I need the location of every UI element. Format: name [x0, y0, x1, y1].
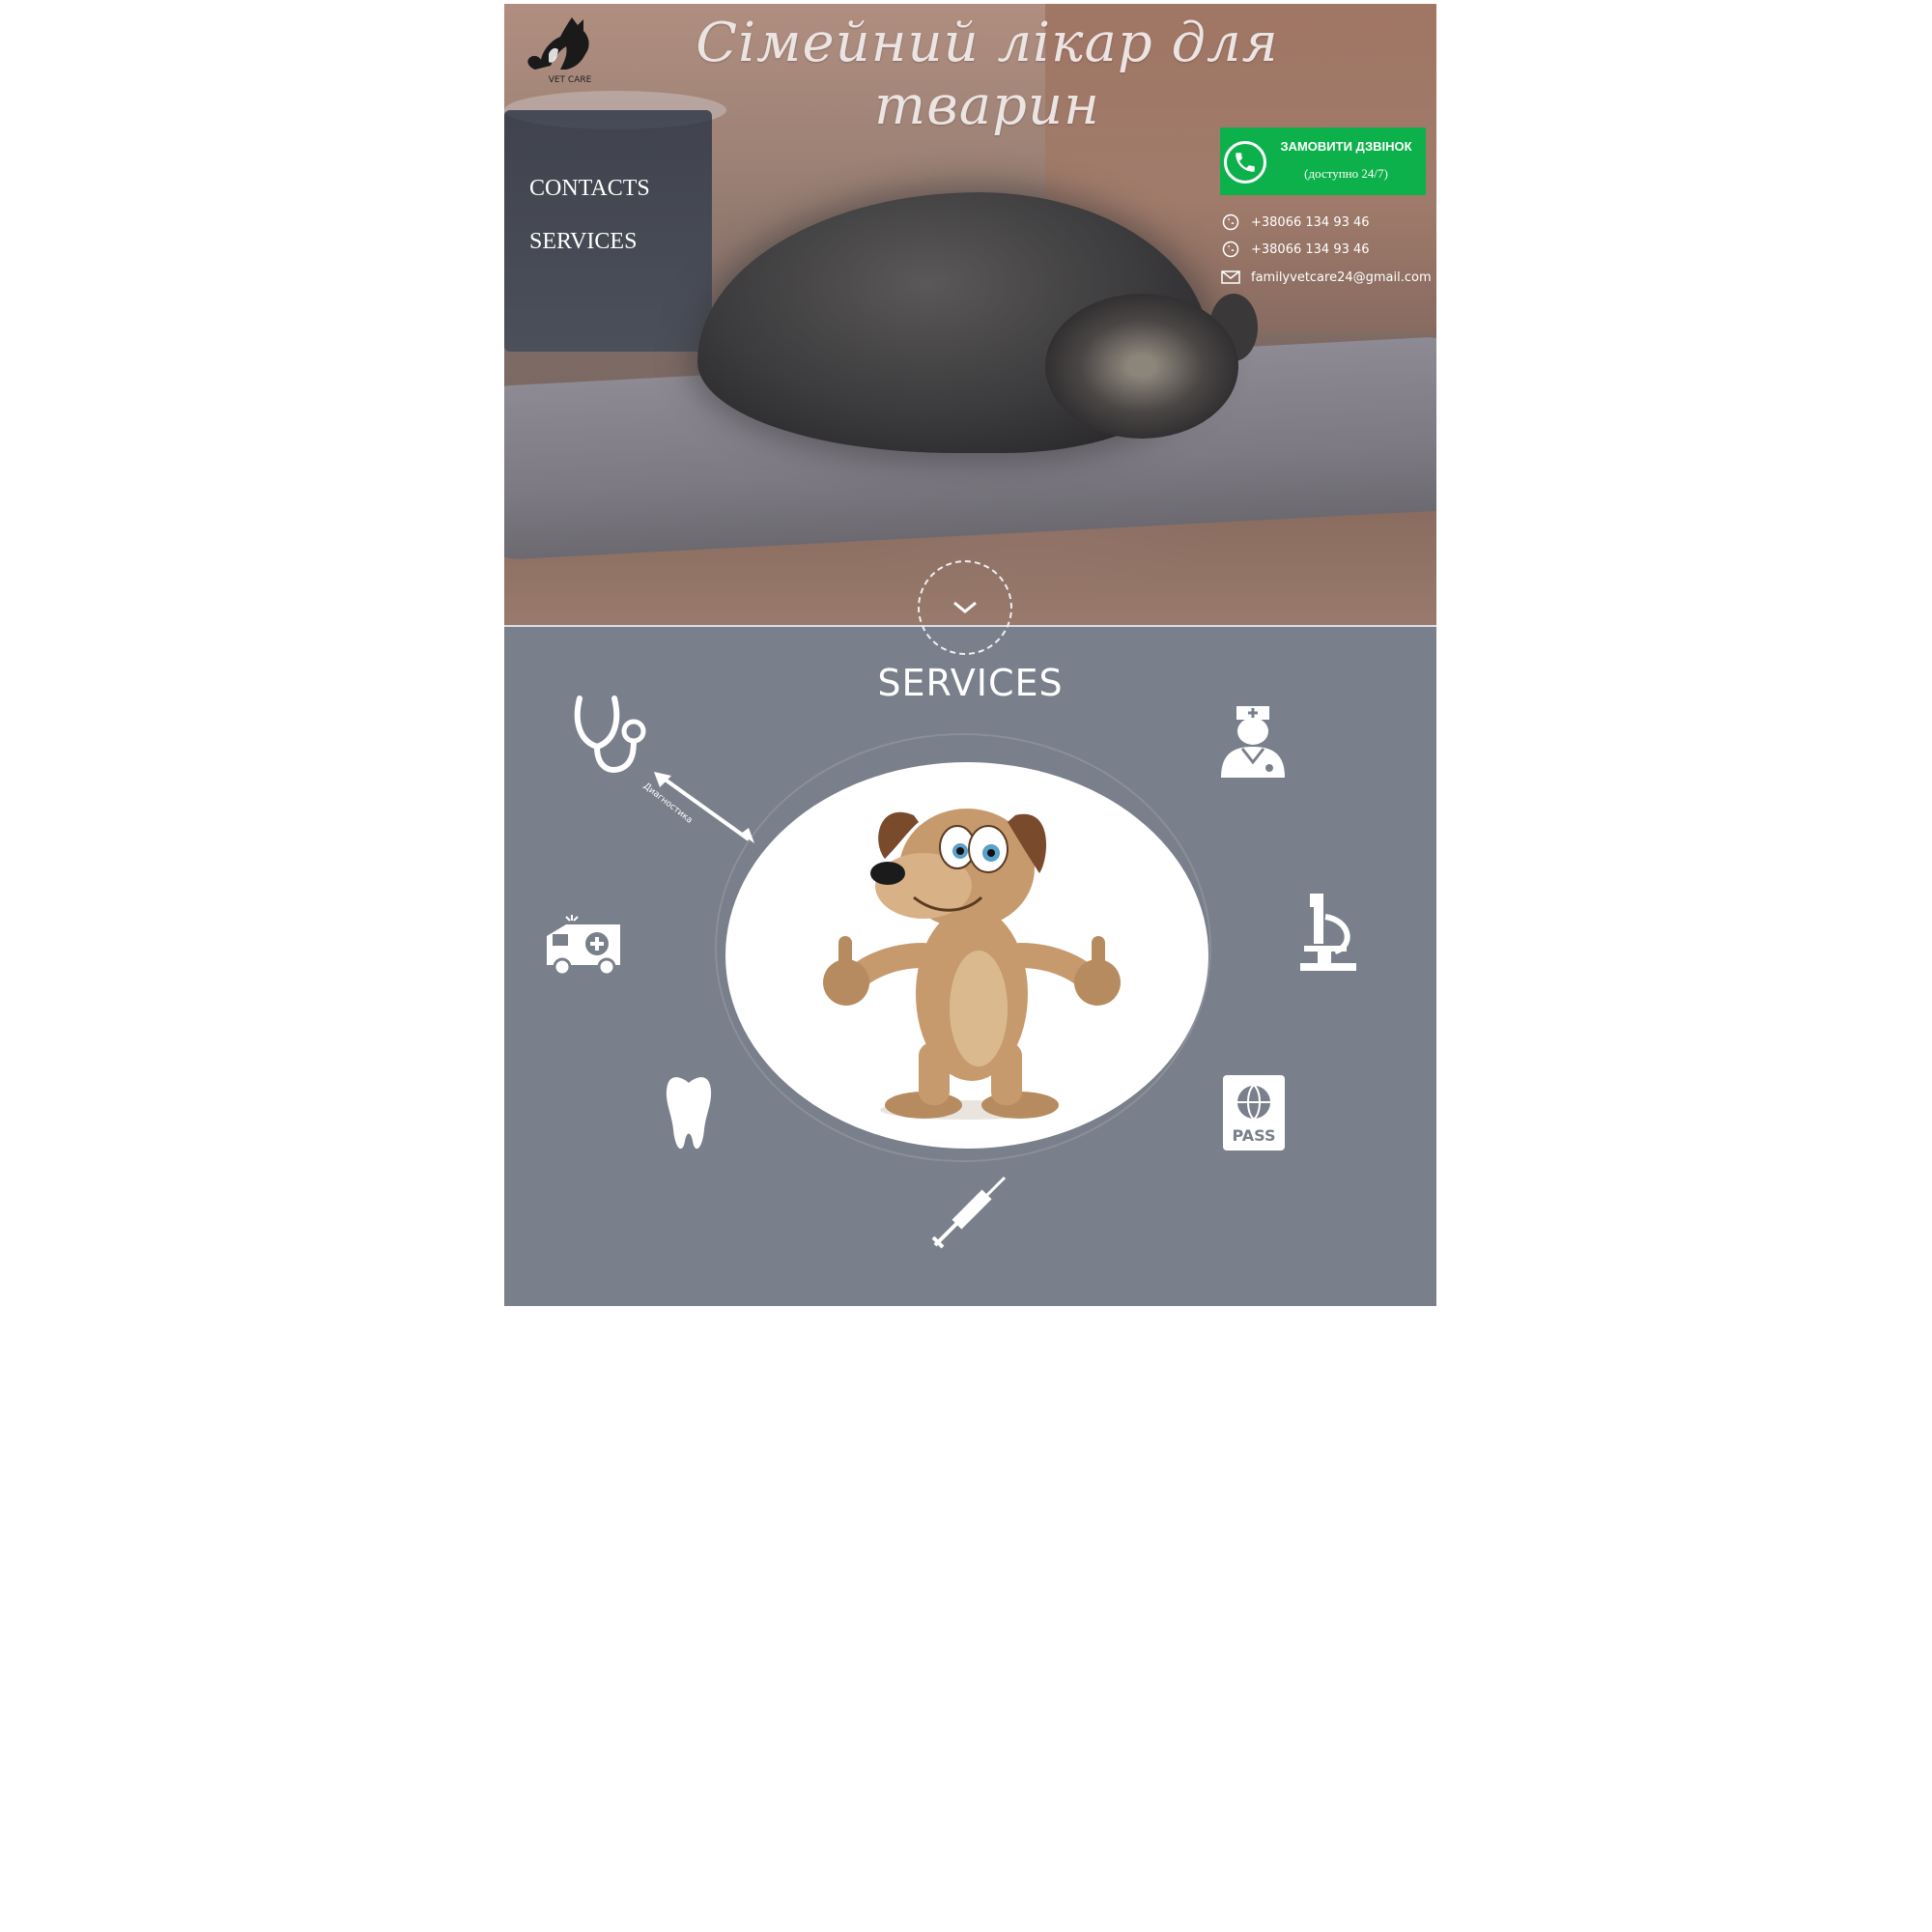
main-nav: CONTACTS SERVICES: [529, 176, 650, 282]
order-call-availability: (доступно 24/7): [1304, 166, 1388, 181]
phone-icon: [1224, 141, 1266, 184]
phone-icon: [1220, 239, 1241, 260]
hero-banner: VET CARE Сімейний лікар для тварин CONTA…: [504, 4, 1436, 625]
tooth-icon[interactable]: [662, 1073, 716, 1160]
microscope-icon[interactable]: [1296, 888, 1360, 979]
mail-icon: [1220, 267, 1241, 288]
site-logo[interactable]: VET CARE: [522, 12, 597, 87]
nav-link-services[interactable]: SERVICES: [529, 229, 650, 255]
ambulance-icon[interactable]: [543, 913, 626, 980]
contact-email[interactable]: familyvetcare24@gmail.com: [1220, 267, 1432, 288]
contact-email-text: familyvetcare24@gmail.com: [1251, 270, 1432, 285]
passport-text: PASS: [1233, 1126, 1276, 1145]
order-call-title: ЗАМОВИТИ ДЗВІНОК: [1280, 139, 1412, 154]
contact-phone-1-text: +38066 134 93 46: [1251, 214, 1370, 230]
cartoon-dog-illustration: [823, 809, 1121, 1120]
raccoon-face: [1045, 294, 1238, 439]
chevron-down-icon: [953, 601, 977, 613]
phone-icon: [1220, 212, 1241, 233]
site-title: Сімейний лікар для тварин: [696, 12, 1279, 137]
logo-text: VET CARE: [548, 75, 592, 85]
nav-link-contacts[interactable]: CONTACTS: [529, 176, 650, 202]
syringe-icon[interactable]: [931, 1174, 1009, 1259]
dog-cat-logo-icon: [527, 17, 589, 70]
dog-mascot-circle: [725, 762, 1208, 1149]
contact-phone-1[interactable]: +38066 134 93 46: [1220, 212, 1370, 233]
order-call-button[interactable]: ЗАМОВИТИ ДЗВІНОК (доступно 24/7): [1220, 128, 1426, 195]
contact-phone-2-text: +38066 134 93 46: [1251, 242, 1370, 257]
passport-icon[interactable]: PASS: [1221, 1073, 1287, 1156]
scroll-down-button[interactable]: [918, 560, 1012, 655]
nurse-icon[interactable]: [1217, 696, 1289, 783]
contact-phone-2[interactable]: +38066 134 93 46: [1220, 239, 1370, 260]
page: VET CARE Сімейний лікар для тварин CONTA…: [504, 4, 1436, 1306]
stethoscope-icon[interactable]: [570, 693, 647, 783]
services-section: SERVICES Диагностика PASS: [504, 627, 1436, 1306]
